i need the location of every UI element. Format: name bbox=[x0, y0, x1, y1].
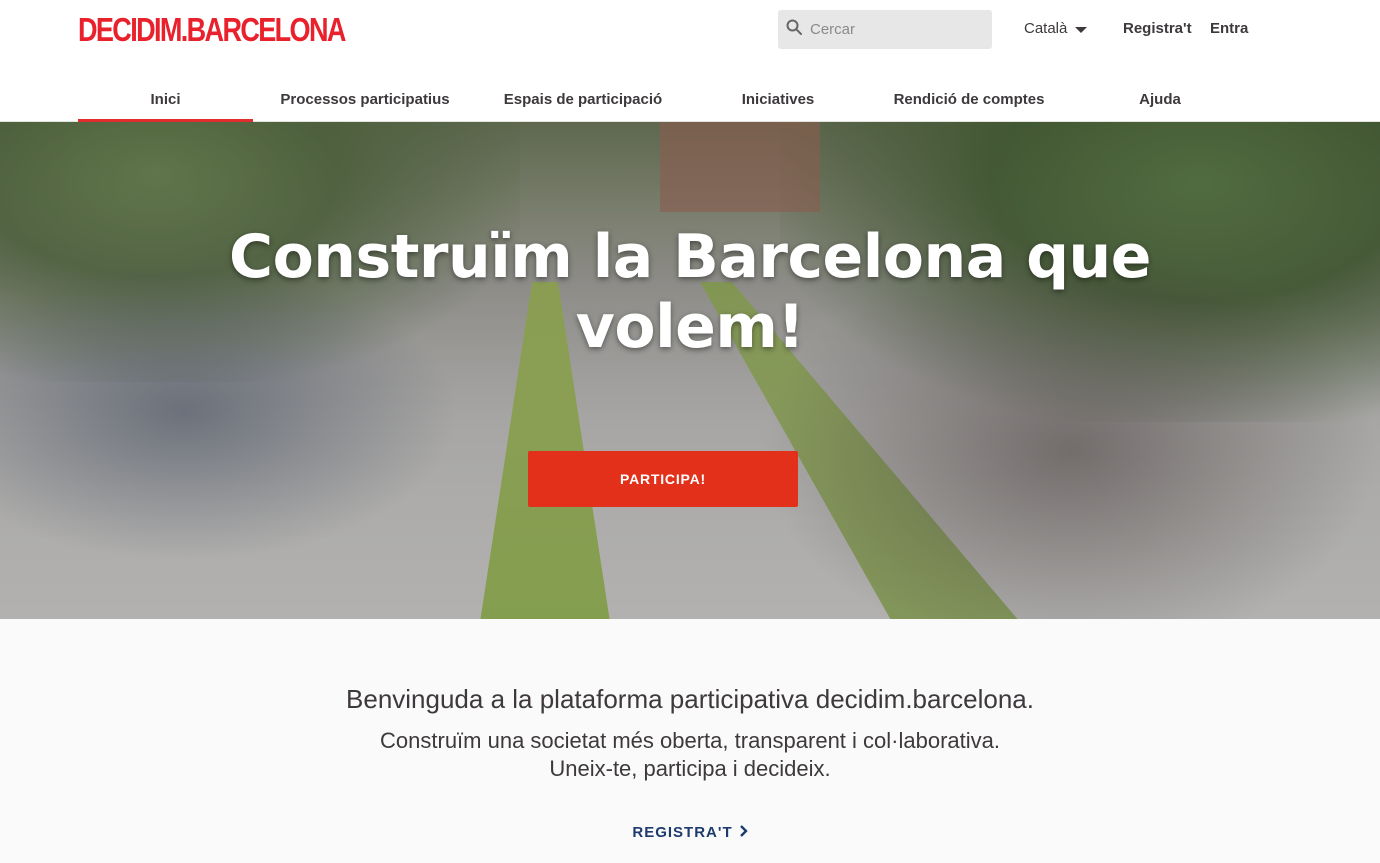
nav-item-espais[interactable]: Espais de participació bbox=[477, 76, 689, 122]
search-box[interactable] bbox=[778, 10, 992, 49]
nav-item-processos[interactable]: Processos participatius bbox=[253, 76, 477, 122]
hero-background-building bbox=[660, 122, 820, 212]
main-nav: Inici Processos participatius Espais de … bbox=[78, 76, 1249, 123]
participate-button[interactable]: PARTICIPA! bbox=[528, 451, 798, 507]
intro-heading: Benvinguda a la plataforma participativa… bbox=[346, 684, 1034, 714]
search-input[interactable] bbox=[810, 21, 980, 38]
intro-tagline: Uneix-te, participa i decideix. bbox=[549, 756, 831, 781]
intro-register-link[interactable]: REGISTRA'T bbox=[0, 824, 1380, 841]
chevron-right-icon bbox=[739, 824, 748, 841]
nav-item-inici[interactable]: Inici bbox=[78, 76, 253, 123]
nav-item-iniciatives[interactable]: Iniciatives bbox=[689, 76, 867, 122]
site-logo[interactable]: DECIDIM.BARCELONA bbox=[78, 12, 346, 48]
nav-item-rendicio[interactable]: Rendició de comptes bbox=[867, 76, 1071, 122]
language-label: Català bbox=[1024, 20, 1068, 37]
login-link[interactable]: Entra bbox=[1210, 20, 1248, 37]
intro-subtitle: Construïm una societat més oberta, trans… bbox=[380, 728, 1000, 753]
site-header: DECIDIM.BARCELONA Català Registra't Entr… bbox=[0, 0, 1380, 123]
intro-section: Benvinguda a la plataforma participativa… bbox=[0, 619, 1380, 863]
nav-item-ajuda[interactable]: Ajuda bbox=[1071, 76, 1249, 122]
register-link[interactable]: Registra't bbox=[1123, 20, 1192, 37]
language-selector[interactable]: Català bbox=[1024, 20, 1088, 37]
search-icon bbox=[786, 19, 802, 40]
caret-down-icon bbox=[1075, 26, 1088, 33]
hero-banner: Construïm la Barcelona que volem! PARTIC… bbox=[0, 122, 1380, 619]
hero-title: Construïm la Barcelona que volem! bbox=[229, 222, 1151, 362]
intro-register-label: REGISTRA'T bbox=[632, 824, 733, 841]
